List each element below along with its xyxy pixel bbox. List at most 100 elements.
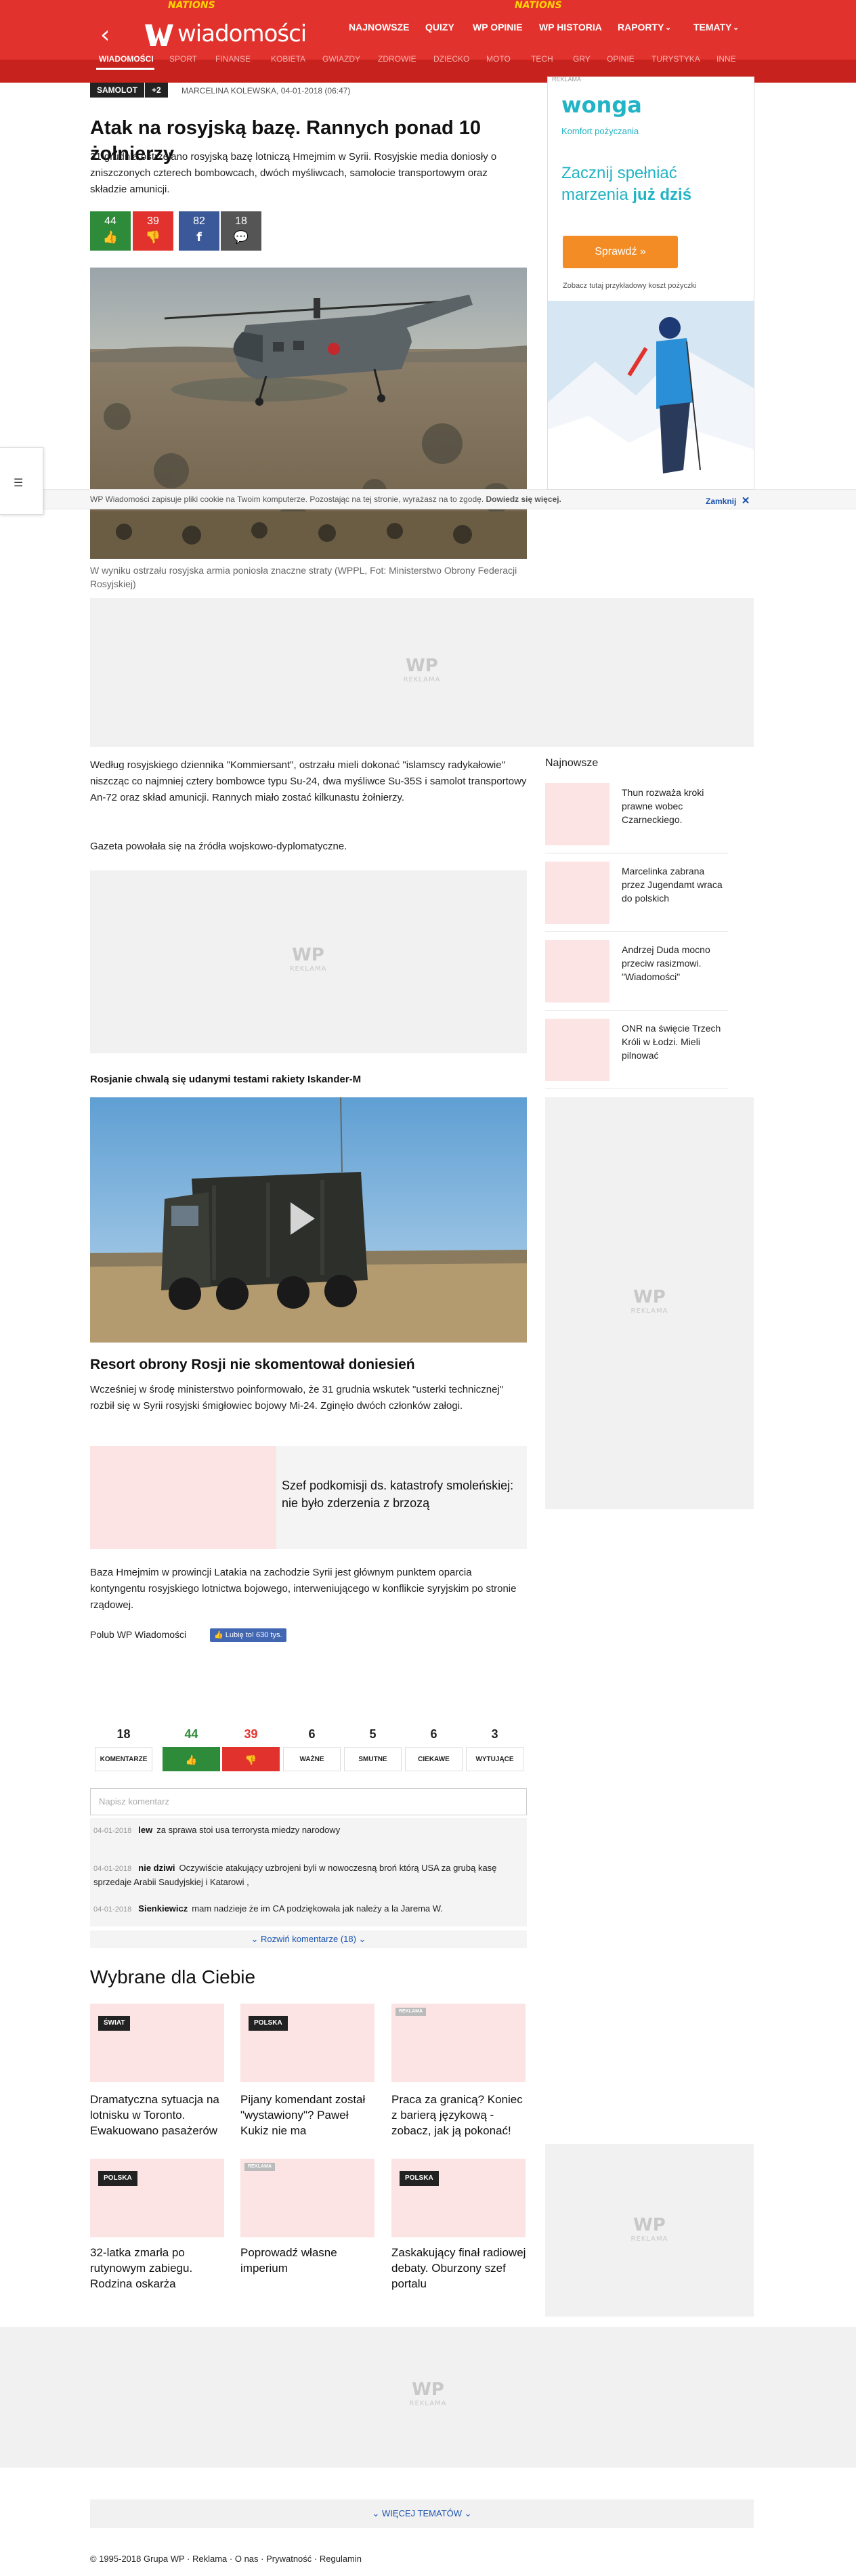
wonga-logo: wonga xyxy=(561,92,642,118)
related-title[interactable]: Szef podkomisji ds. katastrofy smoleński… xyxy=(282,1477,522,1512)
nav-quizy[interactable]: QUIZY xyxy=(425,22,454,33)
subnav-finanse[interactable]: FINANSE xyxy=(215,54,251,64)
cookie-close-button[interactable]: Zamknij ✕ xyxy=(706,494,750,507)
subnav-opinie[interactable]: OPINIE xyxy=(607,54,635,64)
latest-item-title[interactable]: Marcelinka zabrana przez Jugendamt wraca… xyxy=(622,864,723,905)
subnav-moto[interactable]: MOTO xyxy=(486,54,511,64)
comment-input[interactable]: Napisz komentarz xyxy=(90,1788,527,1815)
expand-comments-button[interactable]: ⌄ Rozwiń komentarze (18) ⌄ xyxy=(90,1930,527,1948)
stat-label: WYTUJĄCE xyxy=(466,1747,523,1771)
thumb-up-icon: 👍 xyxy=(163,1747,220,1771)
latest-thumbnail[interactable] xyxy=(545,783,609,845)
wonga-footnote[interactable]: Zobacz tutaj przykładowy koszt pożyczki xyxy=(563,282,696,290)
card-title[interactable]: Praca za granicą? Koniec z barierą język… xyxy=(391,2092,527,2138)
wp-logo-icon: WP REKLAMA xyxy=(616,1287,683,1315)
stat-smutne[interactable]: 5 SMUTNE xyxy=(344,1727,402,1771)
comment-author[interactable]: lew xyxy=(138,1825,152,1835)
like-page-label: Polub WP Wiadomości xyxy=(90,1629,187,1640)
placeholder-mark: WP xyxy=(292,945,324,965)
subnav-dziecko[interactable]: DZIECKO xyxy=(433,54,469,64)
subnav-kobieta[interactable]: KOBIETA xyxy=(271,54,305,64)
right-ad-wonga[interactable]: REKLAMA wonga Komfort pożyczania Zacznij… xyxy=(547,77,754,490)
latest-item[interactable]: Andrzej Duda mocno przeciw rasizmowi. "W… xyxy=(545,936,728,1011)
related-article[interactable]: Szef podkomisji ds. katastrofy smoleński… xyxy=(90,1446,527,1549)
close-icon: ✕ xyxy=(741,495,750,507)
subnav-sport[interactable]: SPORT xyxy=(169,54,197,64)
card-title[interactable]: Zaskakujący finał radiowej debaty. Oburz… xyxy=(391,2245,527,2292)
wonga-cta-button[interactable]: Sprawdź » xyxy=(563,236,678,268)
footer-ad-area[interactable]: WP REKLAMA xyxy=(0,2327,856,2468)
top-ad-banner[interactable]: NATIONS NATIONS xyxy=(0,0,856,12)
stat-likes[interactable]: 44 👍 xyxy=(163,1727,220,1771)
article-tag-more[interactable]: +2 xyxy=(145,83,168,98)
facebook-like-button[interactable]: 👍 Lubię to! 630 tys. xyxy=(210,1628,286,1642)
play-icon[interactable] xyxy=(291,1202,315,1235)
video-player[interactable] xyxy=(90,1097,527,1343)
stat-comments[interactable]: 18 KOMENTARZE xyxy=(95,1727,152,1771)
facebook-share-button[interactable]: 82 f xyxy=(179,211,219,251)
footer-link-reklama[interactable]: Reklama xyxy=(192,2554,227,2564)
card-title[interactable]: Pijany komendant został "wystawiony"? Pa… xyxy=(240,2092,376,2138)
card-thumbnail[interactable]: POLSKA xyxy=(90,2159,224,2237)
wp-logo-icon[interactable] xyxy=(142,18,175,50)
card-title[interactable]: Dramatyczna sytuacja na lotnisku w Toron… xyxy=(90,2092,226,2138)
stat-ciekawe[interactable]: 6 CIEKAWE xyxy=(405,1727,463,1771)
subnav-zdrowie[interactable]: ZDROWIE xyxy=(378,54,416,64)
card-thumbnail[interactable]: ŚWIAT xyxy=(90,2004,224,2082)
subnav-gry[interactable]: GRY xyxy=(573,54,591,64)
nav-wp-opinie[interactable]: WP OPINIE xyxy=(473,22,523,33)
ad-placeholder[interactable]: WP REKLAMA xyxy=(90,870,527,1053)
latest-thumbnail[interactable] xyxy=(545,1019,609,1081)
comment-item: 04-01-2018 Sienkiewicz mam nadzieje że im … xyxy=(90,1897,527,1926)
latest-item-title[interactable]: Thun rozważa kroki prawne wobec Czarneck… xyxy=(622,786,723,826)
more-topics-button[interactable]: ⌄ WIĘCEJ TEMATÓW ⌄ xyxy=(90,2499,754,2528)
footer-link-o-nas[interactable]: O nas xyxy=(235,2554,259,2564)
latest-thumbnail[interactable] xyxy=(545,940,609,1002)
side-tab[interactable]: ☰ xyxy=(0,447,43,515)
ad-placeholder[interactable]: WP REKLAMA xyxy=(90,598,754,747)
nav-najnowsze[interactable]: NAJNOWSZE xyxy=(349,22,409,33)
stat-count: 44 xyxy=(184,1727,198,1741)
nav-wp-historia[interactable]: WP HISTORIA xyxy=(539,22,602,33)
reaction-count: 39 xyxy=(147,215,159,227)
nav-tematy[interactable]: TEMATY xyxy=(693,22,732,33)
cookie-close-label: Zamknij xyxy=(706,497,737,506)
cookie-more-link[interactable]: Dowiedz się więcej. xyxy=(486,494,561,504)
subnav-turystyka[interactable]: TURYSTYKA xyxy=(651,54,700,64)
subnav-gwiazdy[interactable]: GWIAZDY xyxy=(322,54,360,64)
latest-item-title[interactable]: Andrzej Duda mocno przeciw rasizmowi. "W… xyxy=(622,943,723,984)
stat-wazne[interactable]: 6 WAŻNE xyxy=(283,1727,341,1771)
latest-thumbnail[interactable] xyxy=(545,862,609,924)
comments-button[interactable]: 18 💬 xyxy=(221,211,261,251)
subnav-tech[interactable]: TECH xyxy=(531,54,553,64)
comment-author[interactable]: nie dziwi xyxy=(138,1863,175,1873)
nav-raporty[interactable]: RAPORTY xyxy=(618,22,664,33)
card-thumbnail[interactable]: REKLAMA xyxy=(391,2004,526,2082)
card-thumbnail[interactable]: POLSKA xyxy=(240,2004,374,2082)
footer-link-prywatnosc[interactable]: Prywatność xyxy=(266,2554,312,2564)
ad-placeholder[interactable]: WP REKLAMA xyxy=(545,2144,754,2317)
card-title[interactable]: Poprowadź własne imperium xyxy=(240,2245,376,2276)
reaction-like-button[interactable]: 44 👍 xyxy=(90,211,131,251)
latest-item[interactable]: ONR na święcie Trzech Króli w Łodzi. Mie… xyxy=(545,1015,728,1089)
ad-placeholder[interactable]: WP REKLAMA xyxy=(545,1097,754,1509)
card-thumbnail[interactable]: REKLAMA xyxy=(240,2159,374,2237)
subnav-wiadomosci[interactable]: WIADOMOŚCI xyxy=(99,54,154,64)
stat-dislikes[interactable]: 39 👎 xyxy=(222,1727,280,1771)
stat-wytujace[interactable]: 3 WYTUJĄCE xyxy=(466,1727,523,1771)
latest-item[interactable]: Thun rozważa kroki prawne wobec Czarneck… xyxy=(545,779,728,853)
site-logo-text[interactable]: wiadomości xyxy=(177,20,307,47)
latest-item[interactable]: Marcelinka zabrana przez Jugendamt wraca… xyxy=(545,858,728,932)
article-main-photo[interactable] xyxy=(90,268,527,559)
reaction-dislike-button[interactable]: 39 👎 xyxy=(133,211,173,251)
footer-link-regulamin[interactable]: Regulamin xyxy=(320,2554,362,2564)
subnav-inne[interactable]: INNE xyxy=(716,54,736,64)
related-thumbnail[interactable] xyxy=(90,1446,276,1549)
card-thumbnail[interactable]: POLSKA xyxy=(391,2159,526,2237)
back-arrow-icon[interactable]: ‹ xyxy=(100,22,123,49)
comment-author[interactable]: Sienkiewicz xyxy=(138,1903,188,1914)
card-title[interactable]: 32-latka zmarła po rutynowym zabiegu. Ro… xyxy=(90,2245,226,2292)
wonga-headline-bold: już dziś xyxy=(633,186,692,204)
article-tag[interactable]: SAMOLOT xyxy=(90,83,144,98)
latest-item-title[interactable]: ONR na święcie Trzech Króli w Łodzi. Mie… xyxy=(622,1021,723,1062)
